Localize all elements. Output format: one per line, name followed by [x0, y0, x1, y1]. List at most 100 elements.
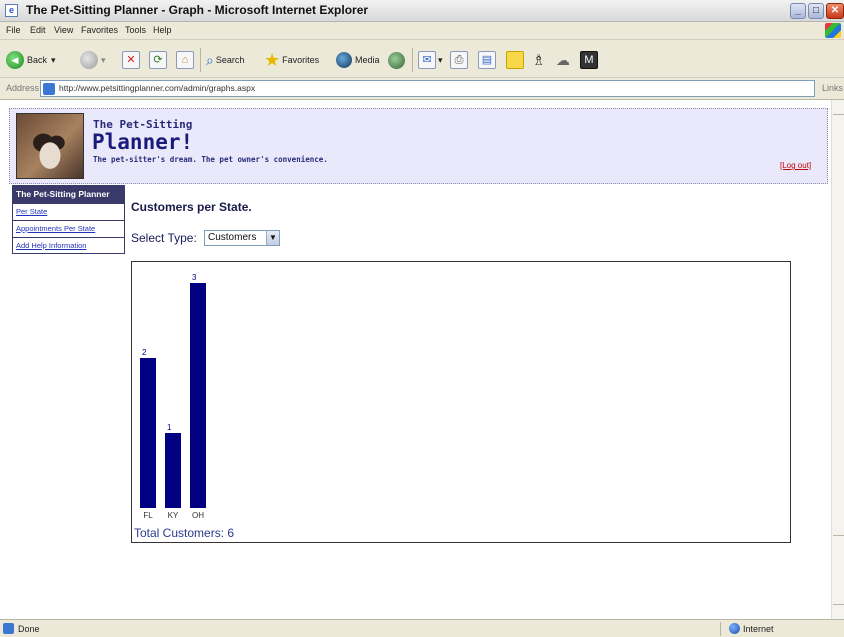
brand-big: Planner! — [92, 130, 194, 154]
bar-value-label: 2 — [142, 348, 147, 357]
mail-icon: ✉ — [418, 51, 436, 69]
internet-globe-icon — [729, 623, 740, 634]
media-label: Media — [355, 55, 380, 65]
refresh-icon: ⟳ — [149, 51, 167, 69]
page-title: Customers per State. — [131, 200, 252, 214]
nav-item-per-state[interactable]: Per State — [13, 203, 124, 220]
close-button[interactable]: ✕ — [826, 3, 844, 19]
nav-item-appointments-per-state[interactable]: Appointments Per State — [13, 220, 124, 237]
x-tick-label: FL — [143, 511, 153, 520]
back-button[interactable]: Back ▾ — [6, 50, 56, 70]
address-input[interactable]: http://www.petsittingplanner.com/admin/g… — [40, 80, 815, 97]
refresh-button[interactable]: ⟳ — [149, 50, 167, 70]
window-title: The Pet-Sitting Planner - Graph - Micros… — [26, 3, 369, 17]
bar-value-label: 1 — [167, 423, 172, 432]
site-header: The Pet-Sitting Planner! The pet-sitter'… — [9, 108, 828, 184]
windows-flag-icon — [825, 23, 841, 38]
x-tick-label: KY — [168, 511, 179, 520]
menu-edit[interactable]: Edit — [30, 25, 46, 35]
messenger-icon: ☁ — [556, 51, 570, 68]
folder-icon — [506, 51, 524, 69]
scrollbar-tick — [833, 535, 844, 536]
forward-dropdown-icon[interactable]: ▾ — [101, 55, 106, 66]
address-bar: Address http://www.petsittingplanner.com… — [0, 78, 844, 100]
stop-button[interactable]: ✕ — [122, 50, 140, 70]
status-zone: Internet — [743, 624, 774, 634]
discuss-button[interactable] — [506, 50, 524, 70]
bar-chart: 2 FL 1 KY 3 OH — [140, 273, 206, 520]
nav-item-add-help-information[interactable]: Add Help Information — [13, 237, 124, 254]
toolbar-divider — [412, 48, 413, 72]
research-button[interactable]: ♗ — [532, 50, 545, 70]
menu-help[interactable]: Help — [153, 25, 172, 35]
research-icon: ♗ — [532, 52, 546, 69]
favorites-label: Favorites — [282, 55, 320, 65]
dog-photo-logo — [16, 113, 84, 179]
extra-tool-button[interactable]: M — [580, 50, 598, 70]
chevron-down-icon[interactable]: ▼ — [266, 231, 279, 245]
browser-window: e The Pet-Sitting Planner - Graph - Micr… — [0, 0, 844, 637]
history-icon — [388, 51, 405, 69]
favorites-star-icon: ★ — [264, 50, 281, 70]
status-bar: Done Internet — [0, 619, 844, 637]
vertical-scrollbar[interactable] — [831, 100, 844, 619]
mail-button[interactable]: ✉ ▾ — [418, 50, 443, 70]
page-done-icon — [3, 623, 14, 634]
scrollbar-tick — [833, 604, 844, 605]
home-button[interactable]: ⌂ — [176, 50, 194, 70]
back-dropdown-icon[interactable]: ▾ — [51, 55, 56, 66]
media-icon — [336, 52, 352, 68]
scrollbar-tick — [833, 114, 844, 115]
address-label: Address — [6, 83, 40, 93]
toolbar-divider — [200, 48, 201, 72]
forward-arrow-icon — [80, 51, 98, 69]
select-type-label: Select Type: — [131, 231, 197, 245]
toolbar: Back ▾ ▾ ✕ ⟳ ⌂ ⌕ Search ★ Favorites Medi… — [0, 40, 844, 78]
menu-tools[interactable]: Tools — [125, 25, 146, 35]
edit-page-icon: ▤ — [478, 51, 496, 69]
address-url: http://www.petsittingplanner.com/admin/g… — [59, 83, 256, 93]
page-content: The Pet-Sitting Planner! The pet-sitter'… — [0, 100, 831, 619]
search-icon: ⌕ — [206, 51, 214, 68]
links-label[interactable]: Links — [822, 83, 843, 93]
page-icon — [43, 83, 55, 95]
history-button[interactable] — [388, 50, 408, 70]
printer-icon: ⎙ — [450, 51, 468, 69]
menu-bar: File Edit View Favorites Tools Help — [0, 22, 844, 40]
chart-total: Total Customers: 6 — [134, 526, 235, 540]
maximize-button[interactable]: □ — [808, 3, 824, 19]
search-label: Search — [215, 55, 245, 65]
ie-logo-icon: e — [5, 4, 18, 17]
mail-dropdown-icon[interactable]: ▾ — [438, 55, 443, 66]
back-arrow-icon — [6, 51, 24, 69]
menu-view[interactable]: View — [54, 25, 73, 35]
x-tick-label: OH — [192, 511, 204, 520]
messenger-button[interactable]: ☁ — [556, 50, 570, 70]
bar-fl — [140, 358, 156, 508]
status-text: Done — [18, 624, 40, 634]
bar-oh — [190, 283, 206, 508]
media-button[interactable]: Media — [336, 50, 380, 70]
menu-favorites[interactable]: Favorites — [81, 25, 118, 35]
title-bar: e The Pet-Sitting Planner - Graph - Micr… — [0, 0, 844, 22]
search-button[interactable]: ⌕ Search — [206, 50, 244, 70]
edit-button[interactable]: ▤ — [478, 50, 496, 70]
favorites-button[interactable]: ★ Favorites — [264, 50, 319, 70]
menu-file[interactable]: File — [6, 25, 21, 35]
print-button[interactable]: ⎙ — [450, 50, 468, 70]
nav-heading: The Pet-Sitting Planner — [13, 186, 124, 203]
logout-link[interactable]: [Log out] — [780, 161, 811, 170]
side-nav: The Pet-Sitting Planner Per State Appoin… — [12, 185, 125, 254]
status-divider — [720, 622, 721, 636]
stop-icon: ✕ — [122, 51, 140, 69]
type-select-value: Customers — [208, 232, 257, 243]
bar-value-label: 3 — [192, 273, 197, 282]
forward-button[interactable]: ▾ — [80, 50, 106, 70]
brand-tagline: The pet-sitter's dream. The pet owner's … — [93, 155, 328, 164]
minimize-button[interactable]: _ — [790, 3, 806, 19]
tool-m-icon: M — [580, 51, 598, 69]
type-select[interactable]: Customers ▼ — [204, 230, 280, 246]
bar-ky — [165, 433, 181, 508]
chart-area: 2 FL 1 KY 3 OH Total Customers: 6 — [131, 261, 791, 543]
home-icon: ⌂ — [176, 51, 194, 69]
